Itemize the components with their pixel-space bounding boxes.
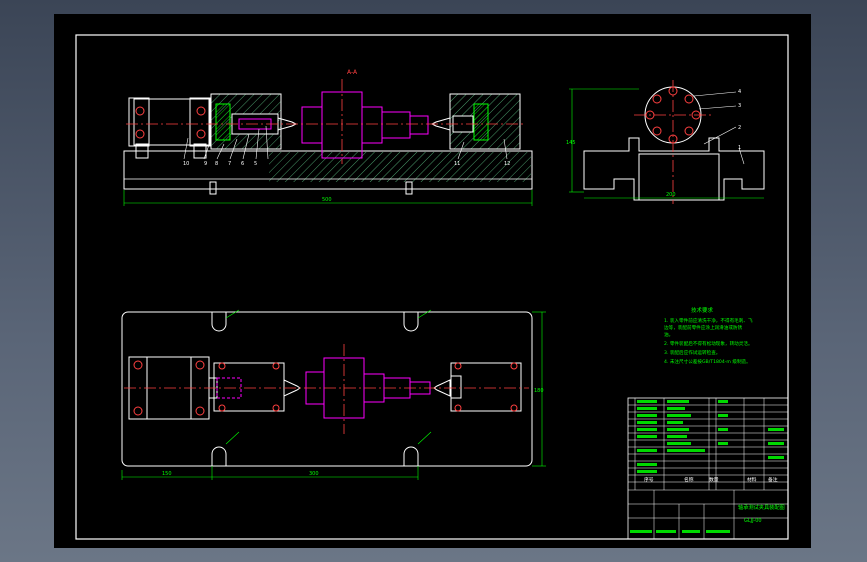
plan-view: 180 150 300 [121, 309, 546, 480]
tech-req-line-5: 3. 装配后应作试运转检查。 [664, 349, 720, 356]
air-cylinder [133, 98, 210, 146]
tech-req-line-4: 2. 零件装配后不得有松动现象，转动灵活。 [664, 340, 753, 347]
dim-side-height: 145 [566, 140, 576, 146]
balloon-7: 7 [228, 161, 231, 167]
bom-header-seq: 序号 [644, 476, 654, 483]
dim-front-overall: 500 [322, 197, 332, 203]
base-plate-plan [121, 311, 533, 467]
side-balloon-3: 3 [738, 103, 741, 109]
tech-req-line-2: 边等，装配前零件应涂上润滑油或防锈 [664, 324, 743, 331]
balloon-12: 12 [504, 161, 510, 167]
bom-header-material: 材料 [747, 476, 757, 483]
drawing-number: GLJJ-00 [744, 518, 762, 524]
front-section-view: A-A 10 9 8 7 6 5 11 12 500 [123, 69, 533, 206]
section-label: A-A [347, 69, 358, 76]
drawing-title: 轴承测试夹具装配图 [738, 503, 785, 511]
balloon-11: 11 [454, 161, 460, 167]
dim-plan-left: 150 [162, 471, 172, 477]
dim-side-width: 200 [666, 192, 676, 198]
balloon-8: 8 [215, 161, 218, 167]
title-block: 序号 名称 数量 材料 备注 轴承测试夹具装配图 GLJJ-00 [627, 397, 789, 540]
tech-req-title: 技术要求 [691, 306, 714, 314]
tech-req-line-3: 油。 [664, 331, 673, 338]
bom-header-note: 备注 [768, 476, 778, 483]
technical-requirements: 技术要求 1. 装入零件前应清洗干净，不得有毛刺、飞 边等，装配前零件应涂上润滑… [664, 306, 753, 365]
bom-header-qty: 数量 [709, 476, 719, 483]
tech-req-line-1: 1. 装入零件前应清洗干净，不得有毛刺、飞 [664, 317, 753, 324]
side-balloon-1: 1 [738, 145, 741, 151]
base-plate-hatch [269, 152, 531, 182]
balloon-10: 10 [183, 161, 189, 167]
tech-req-line-6: 4. 未注尺寸公差按GB/T1804-m 级制造。 [664, 358, 751, 365]
balloon-9: 9 [204, 161, 207, 167]
side-balloon-4: 4 [738, 89, 741, 95]
test-shaft-front [301, 91, 429, 159]
drawing-sheet: A-A 10 9 8 7 6 5 11 12 500 4 3 2 1 145 2… [54, 14, 811, 548]
dim-plan-mid: 300 [309, 471, 319, 477]
balloon-5: 5 [254, 161, 257, 167]
side-bracket [583, 137, 765, 201]
dim-plan-height: 180 [534, 388, 544, 394]
side-view: 4 3 2 1 145 200 [566, 80, 765, 204]
side-balloon-2: 2 [738, 125, 741, 131]
bom-header-name: 名称 [684, 476, 694, 483]
drawing-border [75, 34, 789, 540]
balloon-6: 6 [241, 161, 244, 167]
